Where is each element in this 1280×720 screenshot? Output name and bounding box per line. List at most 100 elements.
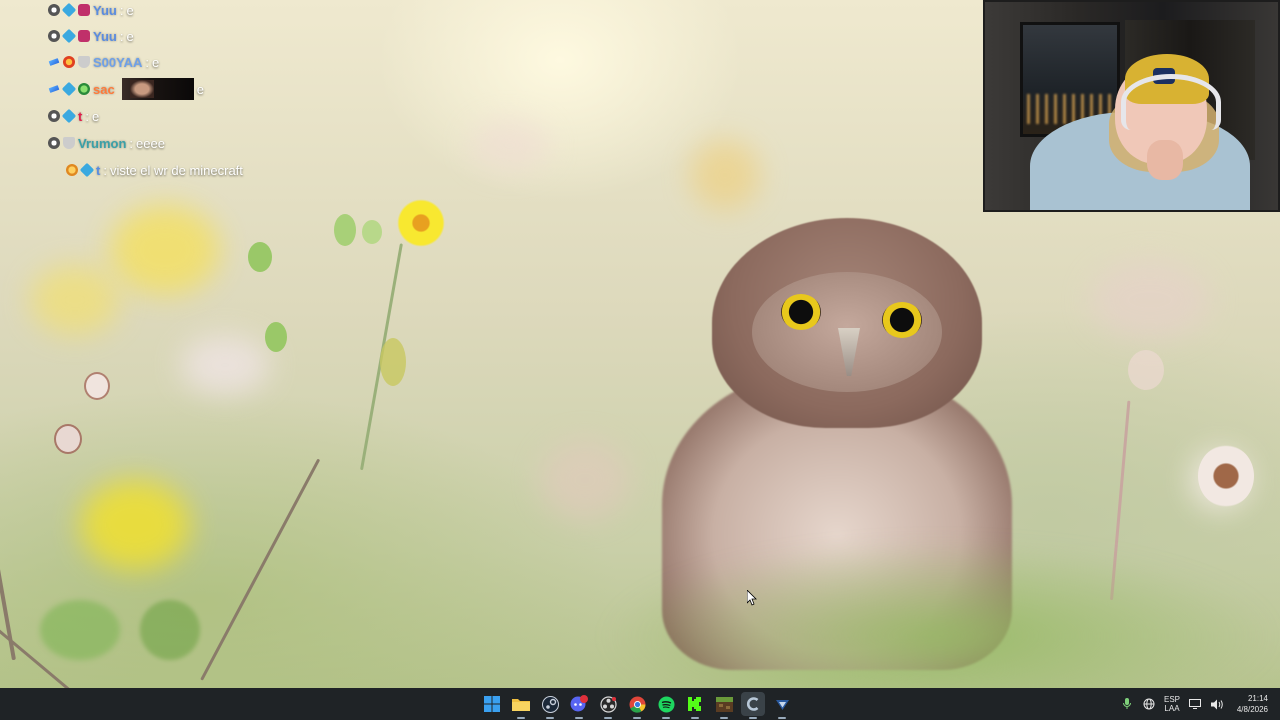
flower-bud <box>334 214 356 246</box>
sub-icon <box>61 28 77 44</box>
file-explorer-button[interactable] <box>509 692 533 719</box>
plant-stem <box>0 246 16 661</box>
bokeh-orange <box>690 140 760 210</box>
obs-button[interactable] <box>596 692 620 719</box>
chrome-button[interactable] <box>625 692 649 719</box>
gold-badge-icon <box>66 164 78 176</box>
pink-badge-icon <box>78 4 90 16</box>
chrome-icon <box>629 696 645 713</box>
folder-icon <box>512 699 530 711</box>
chat-separator: : <box>119 2 124 18</box>
sub-icon <box>61 108 77 124</box>
chat-message: t: viste el wr de minecraft <box>66 160 243 180</box>
owl-right-eye <box>882 302 922 338</box>
chat-separator: : <box>103 162 107 178</box>
plant-stem <box>200 458 321 681</box>
chat-message: t: e <box>48 106 99 126</box>
chat-username[interactable]: S00YAA <box>93 55 142 70</box>
spotify-button[interactable] <box>654 692 678 719</box>
chat-message: sac e <box>48 78 204 100</box>
discord-icon <box>570 695 588 712</box>
flower-bud <box>380 338 406 386</box>
minecraft-button[interactable] <box>712 692 736 719</box>
green-badge-icon <box>78 83 90 95</box>
mod-icon <box>48 137 60 149</box>
kick-button[interactable] <box>683 692 707 719</box>
chat-text: e <box>91 108 100 124</box>
chat-separator: : <box>119 28 124 44</box>
keyboard-layout: LAA <box>1164 704 1180 713</box>
flower-bud <box>248 242 272 272</box>
language-indicator[interactable]: ESP LAA <box>1164 695 1180 713</box>
display-icon[interactable] <box>1188 697 1202 711</box>
system-tray: ESP LAA 21:14 4/8/2026 <box>1120 688 1268 720</box>
steam-2-button[interactable] <box>770 692 794 719</box>
steam-icon <box>775 699 789 710</box>
taskbar-apps <box>480 688 794 720</box>
chat-message: Yuu: e <box>48 0 134 20</box>
dried-flower <box>84 372 110 400</box>
mouse-cursor-icon <box>747 590 757 606</box>
leaf <box>140 600 200 660</box>
chat-username[interactable]: Yuu <box>93 29 117 44</box>
mod-icon <box>48 110 60 122</box>
network-globe-icon[interactable] <box>1142 697 1156 711</box>
microphone-icon[interactable] <box>1120 697 1134 711</box>
bokeh-pink <box>1090 260 1210 340</box>
bokeh-pink <box>180 335 270 395</box>
shield-icon <box>78 56 90 68</box>
volume-icon[interactable] <box>1210 697 1224 711</box>
chat-text: eeee <box>136 135 165 151</box>
chat-text: viste el wr de minecraft <box>109 162 243 178</box>
app-c-button[interactable] <box>741 692 765 719</box>
chat-username[interactable]: Yuu <box>93 3 117 18</box>
sword-icon <box>48 58 60 66</box>
taskbar: ESP LAA 21:14 4/8/2026 <box>0 688 1280 720</box>
clock[interactable]: 21:14 4/8/2026 <box>1232 693 1268 715</box>
chat-text: e <box>126 28 134 44</box>
steam-icon <box>541 695 559 713</box>
pink-badge-icon <box>78 30 90 42</box>
white-flower <box>1128 350 1164 390</box>
steam-button[interactable] <box>538 692 562 719</box>
bokeh-pink <box>540 440 630 520</box>
clock-time: 21:14 <box>1247 694 1268 703</box>
bokeh-yellow <box>30 265 120 335</box>
chat-username[interactable]: t <box>96 163 100 178</box>
chat-separator: : <box>145 54 150 70</box>
owl-left-eye <box>781 294 821 330</box>
language-code: ESP <box>1163 695 1180 704</box>
chat-message: S00YAA: e <box>48 52 159 72</box>
chat-username[interactable]: sac <box>93 82 115 97</box>
windows-icon <box>484 696 500 712</box>
kick-icon <box>688 697 701 711</box>
c-logo-icon <box>746 697 759 711</box>
discord-button[interactable] <box>567 692 591 719</box>
minecraft-icon <box>715 696 733 712</box>
chat-username[interactable]: Vrumon <box>78 136 126 151</box>
mod-icon <box>48 4 60 16</box>
chat-username[interactable]: t <box>78 109 82 124</box>
clock-date: 4/8/2026 <box>1236 705 1268 714</box>
headphones-icon <box>1121 74 1221 130</box>
start-button[interactable] <box>480 692 504 716</box>
bokeh-pink <box>470 120 550 170</box>
shield-icon <box>63 137 75 149</box>
sub-icon <box>79 162 95 178</box>
chat-message: Vrumon: eeee <box>48 133 165 153</box>
chat-separator: : <box>129 135 134 151</box>
emote-image <box>121 78 194 100</box>
bokeh-yellow <box>110 205 220 295</box>
streamer-hand <box>1147 140 1183 180</box>
red-badge-icon <box>63 56 75 68</box>
webcam-overlay <box>983 0 1280 212</box>
flower-bud <box>362 220 382 244</box>
foreground-foliage <box>600 540 1280 688</box>
spotify-icon <box>658 696 674 712</box>
obs-icon <box>599 695 617 713</box>
white-flower <box>1198 445 1254 507</box>
leaf <box>40 600 120 660</box>
sub-icon <box>61 81 77 97</box>
mod-icon <box>48 30 60 42</box>
chat-text: e <box>196 81 204 97</box>
